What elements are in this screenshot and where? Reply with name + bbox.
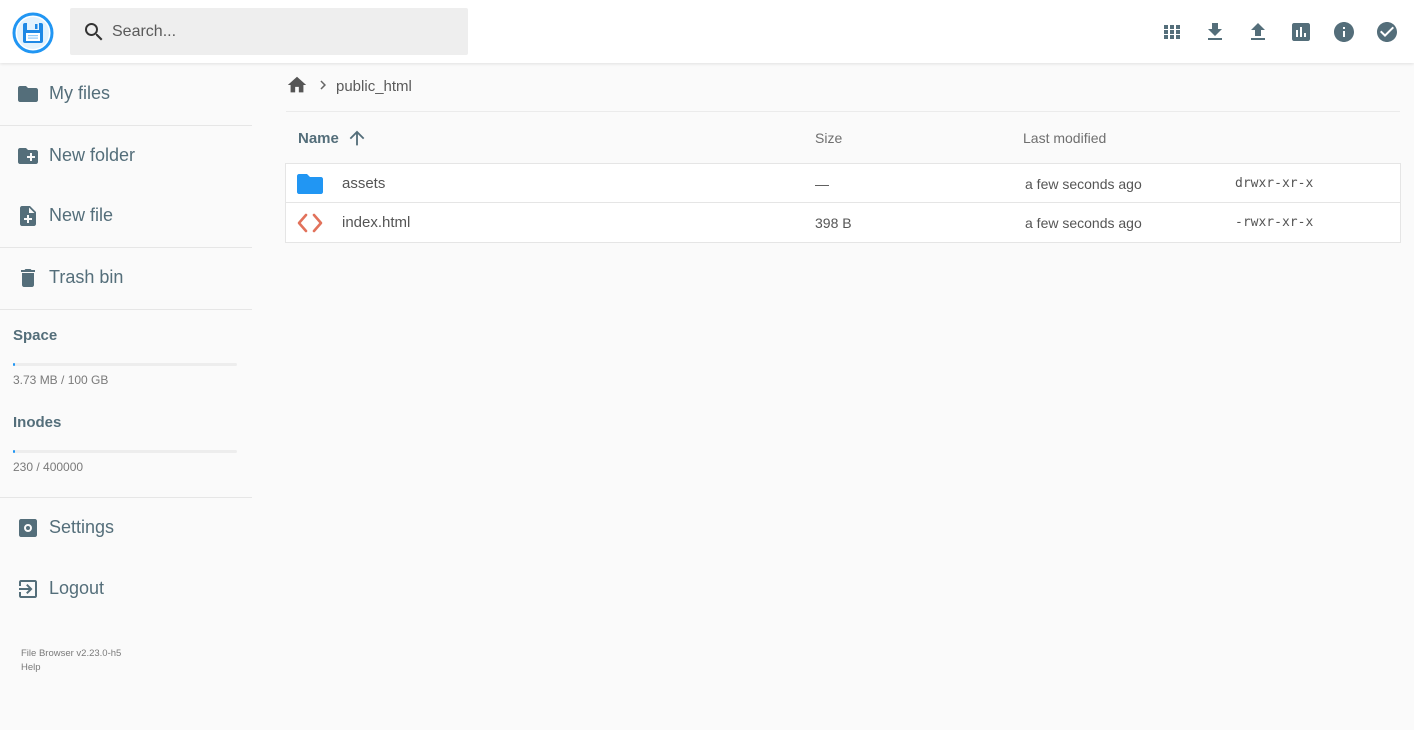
- inodes-title: Inodes: [13, 414, 62, 431]
- sidebar-item-my-files[interactable]: My files: [0, 63, 252, 125]
- disk-usage-icon: [1292, 23, 1310, 41]
- space-progress-fill: [13, 363, 16, 366]
- view-grid-button[interactable]: [1158, 18, 1186, 46]
- file-modified: a few seconds ago: [1025, 215, 1142, 231]
- sidebar: My files New folder New file Trash bin S…: [0, 63, 252, 730]
- trash-icon: [21, 269, 35, 287]
- column-header-size[interactable]: Size: [815, 130, 842, 146]
- sidebar-item-new-folder[interactable]: New folder: [0, 126, 252, 188]
- check-circle-icon: [1377, 22, 1397, 42]
- floppy-logo-icon: [12, 12, 54, 54]
- file-size: 398 B: [815, 215, 852, 231]
- note-add-icon: [20, 206, 36, 226]
- file-name: assets: [342, 175, 386, 192]
- disk-usage-button[interactable]: [1287, 18, 1315, 46]
- upload-button[interactable]: [1244, 18, 1272, 46]
- download-icon: [1208, 23, 1222, 40]
- help-link[interactable]: Help: [21, 662, 41, 673]
- download-button[interactable]: [1201, 18, 1229, 46]
- app-logo[interactable]: [12, 12, 54, 54]
- inodes-usage-text: 230 / 400000: [13, 460, 84, 474]
- sidebar-item-label: New folder: [49, 145, 136, 165]
- folder-icon: [18, 86, 38, 102]
- sidebar-item-new-file[interactable]: New file: [0, 186, 252, 248]
- file-row-index-html[interactable]: index.html 398 B a few seconds ago -rwxr…: [286, 203, 1400, 242]
- folder-icon: [297, 174, 323, 194]
- sidebar-item-label: My files: [49, 83, 111, 103]
- search-bar[interactable]: [70, 8, 468, 55]
- sidebar-item-logout[interactable]: Logout: [0, 558, 252, 620]
- space-title: Space: [13, 327, 58, 344]
- select-multiple-button[interactable]: [1373, 18, 1401, 46]
- file-modified: a few seconds ago: [1025, 176, 1142, 192]
- file-row-assets[interactable]: assets — a few seconds ago drwxr-xr-x: [286, 164, 1400, 203]
- info-button[interactable]: [1330, 18, 1358, 46]
- info-icon: [1334, 22, 1354, 42]
- sidebar-item-label: New file: [49, 205, 114, 225]
- breadcrumb-home[interactable]: [286, 74, 308, 96]
- divider: [0, 309, 252, 310]
- file-size: —: [815, 176, 829, 192]
- chevron-right-icon: [314, 76, 332, 94]
- sidebar-item-trash-bin[interactable]: Trash bin: [0, 248, 252, 310]
- sidebar-item-label: Logout: [49, 578, 105, 598]
- inodes-progress-bar: [13, 450, 237, 453]
- view-grid-icon: [1164, 25, 1180, 39]
- file-list: assets — a few seconds ago drwxr-xr-x in…: [285, 163, 1401, 243]
- arrow-upward-icon[interactable]: [346, 127, 368, 149]
- sidebar-item-label: Trash bin: [49, 267, 124, 287]
- create-new-folder-icon: [18, 148, 38, 164]
- divider: [286, 111, 1400, 112]
- logout-icon: [19, 580, 37, 598]
- search-input[interactable]: [112, 8, 452, 55]
- version-text: File Browser v2.23.0-h5: [21, 648, 122, 659]
- sidebar-item-settings[interactable]: Settings: [0, 497, 252, 559]
- sidebar-item-label: Settings: [49, 517, 115, 537]
- file-permissions: -rwxr-xr-x: [1235, 215, 1314, 230]
- column-header-last-modified[interactable]: Last modified: [1023, 130, 1106, 146]
- space-progress-bar: [13, 363, 237, 366]
- header: [0, 0, 1414, 63]
- file-permissions: drwxr-xr-x: [1235, 176, 1314, 191]
- home-icon: [287, 76, 307, 93]
- search-icon: [85, 23, 103, 41]
- breadcrumb-item-public-html[interactable]: public_html: [336, 78, 412, 95]
- column-header-name[interactable]: Name: [298, 130, 339, 147]
- file-name: index.html: [342, 214, 411, 231]
- upload-icon: [1251, 23, 1265, 40]
- inodes-progress-fill: [13, 450, 16, 453]
- settings-icon: [19, 519, 37, 537]
- space-usage-text: 3.73 MB / 100 GB: [13, 373, 109, 387]
- code-file-icon: [297, 213, 323, 233]
